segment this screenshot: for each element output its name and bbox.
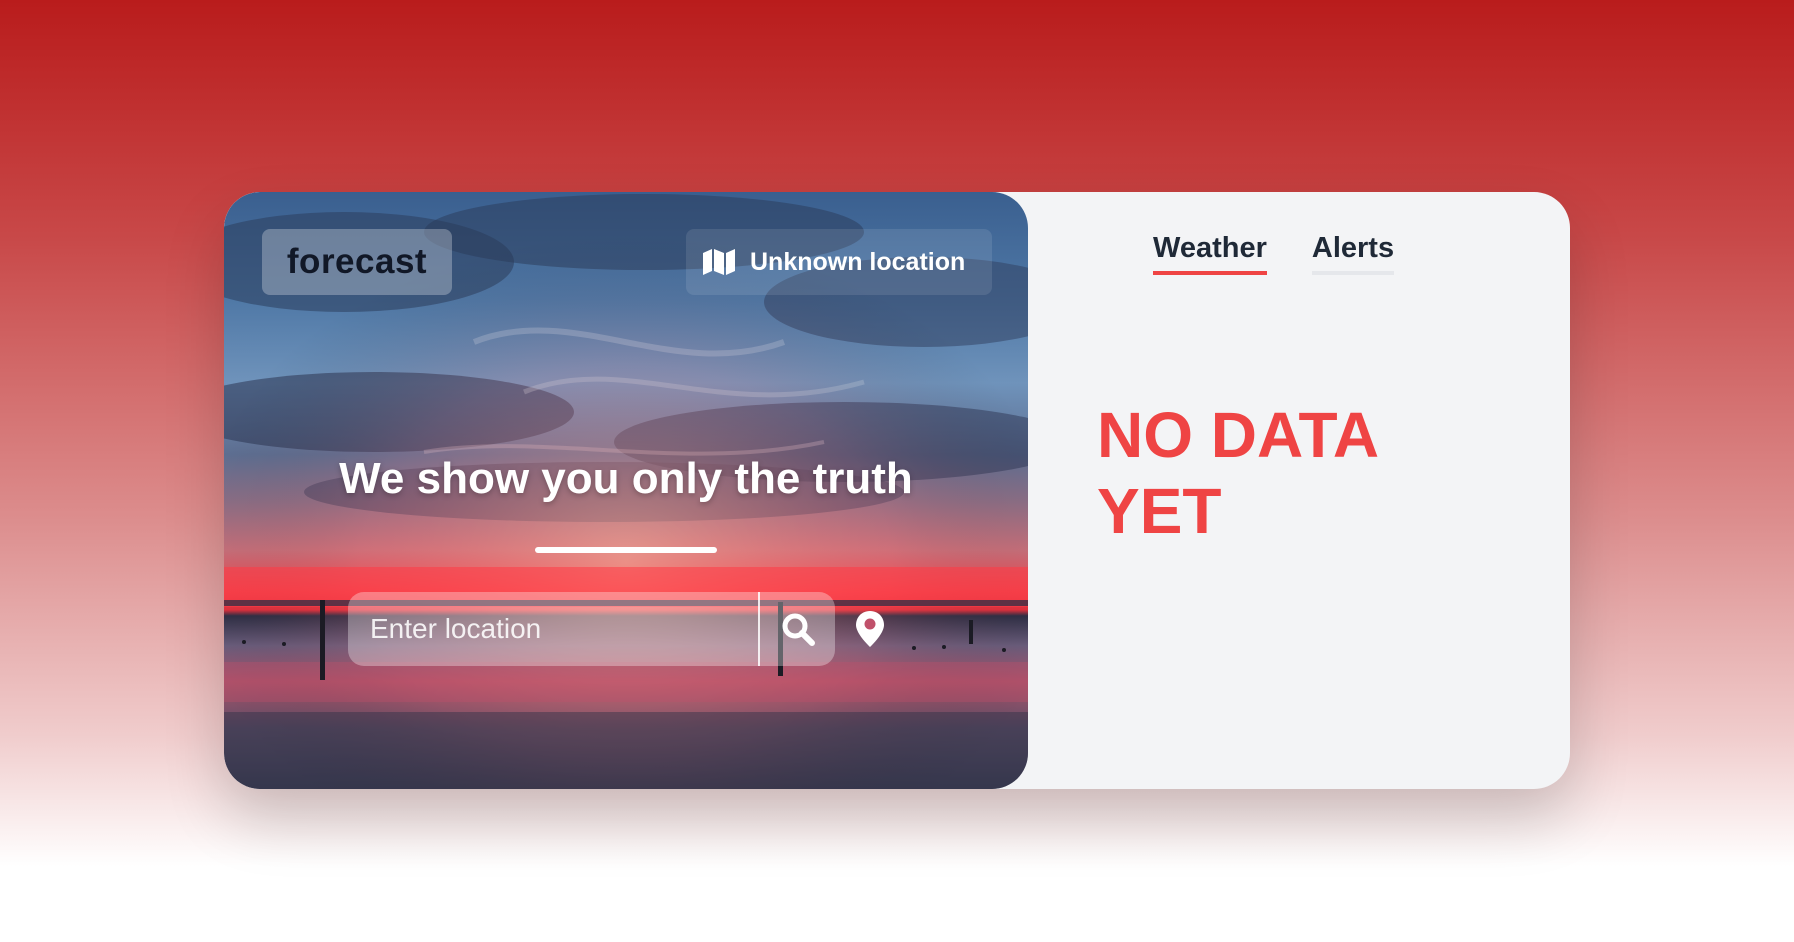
map-pin-icon: [856, 611, 884, 647]
headline-divider: [535, 547, 717, 553]
location-label: Unknown location: [750, 247, 966, 276]
geolocate-button[interactable]: [854, 610, 886, 648]
tab-weather[interactable]: Weather: [1153, 232, 1267, 275]
brand-logo[interactable]: forecast: [262, 229, 452, 295]
search-button[interactable]: [760, 592, 835, 666]
weather-card: forecast Unknown location We show you on…: [224, 192, 1570, 789]
search-icon: [782, 613, 815, 646]
tab-alerts[interactable]: Alerts: [1311, 232, 1395, 275]
location-search-input[interactable]: [348, 592, 758, 666]
map-icon: [703, 249, 735, 275]
location-indicator[interactable]: Unknown location: [686, 229, 992, 295]
hero-panel: forecast Unknown location We show you on…: [224, 192, 1028, 789]
tab-bar: Weather Alerts: [1153, 232, 1395, 275]
location-search-bar: [348, 592, 835, 666]
brand-logo-text: forecast: [286, 242, 428, 281]
no-data-message: NO DATA YET: [1097, 399, 1377, 547]
hero-headline: We show you only the truth: [339, 454, 913, 503]
